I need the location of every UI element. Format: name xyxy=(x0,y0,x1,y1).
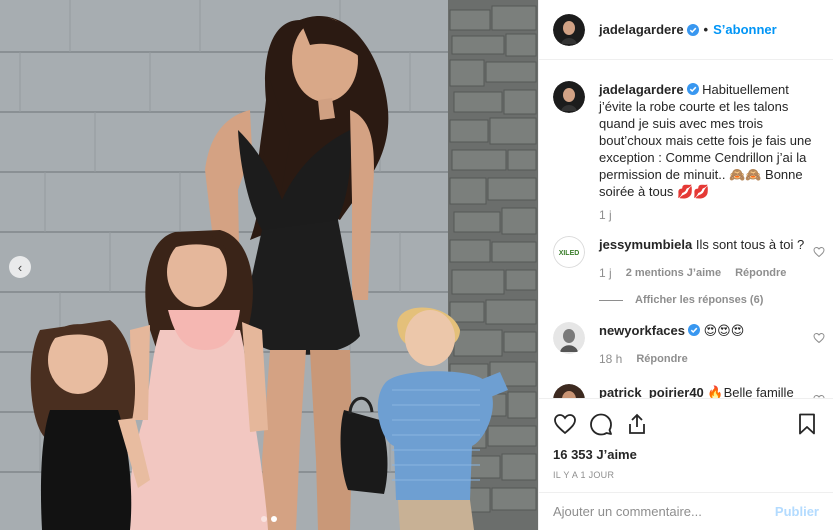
add-comment-bar: Publier xyxy=(539,492,833,530)
caption: jadelagardere Habituellement j’évite la … xyxy=(539,61,833,200)
header-separator: • xyxy=(703,22,709,37)
comment-time[interactable]: 1 j xyxy=(599,265,612,282)
reply-button[interactable]: Répondre xyxy=(735,265,786,282)
avatar-image xyxy=(553,81,585,113)
header-username[interactable]: jadelagardere xyxy=(599,22,684,37)
comment-username[interactable]: patrick_poirier40 xyxy=(599,385,704,398)
carousel-dot xyxy=(261,516,267,522)
comment-bubble-icon[interactable] xyxy=(589,412,613,436)
caption-username[interactable]: jadelagardere xyxy=(599,82,684,97)
heart-icon[interactable] xyxy=(553,412,577,436)
post-photo[interactable]: ‹ xyxy=(0,0,538,530)
post-header: jadelagardere • S’abonner xyxy=(539,0,833,60)
avatar[interactable] xyxy=(553,322,585,354)
comment-time[interactable]: 18 h xyxy=(599,351,622,368)
caption-text: Habituellement j’évite la robe courte et… xyxy=(599,82,812,199)
comment-text: Ils sont tous à toi ? xyxy=(695,237,805,252)
comment-body: newyorkfaces 😍😍😍 18 h Répondre xyxy=(599,322,819,368)
comment: patrick_poirier40 🔥Belle famille xyxy=(539,384,833,398)
avatar[interactable]: XILED xyxy=(553,236,585,268)
comment-username[interactable]: jessymumbiela xyxy=(599,237,692,252)
caption-time[interactable]: 1 j xyxy=(599,208,833,222)
bookmark-icon[interactable] xyxy=(795,412,819,436)
verified-badge-icon xyxy=(688,324,700,336)
reply-button[interactable]: Répondre xyxy=(636,351,687,368)
carousel-prev-button[interactable]: ‹ xyxy=(9,256,31,278)
verified-badge-icon xyxy=(686,83,699,95)
instagram-post: ‹ jadelagardere • S’abonner jadelagarder… xyxy=(0,0,833,530)
comment-username[interactable]: newyorkfaces xyxy=(599,323,685,338)
avatar-image xyxy=(553,322,585,354)
comments-list[interactable]: jadelagardere Habituellement j’évite la … xyxy=(539,61,833,398)
add-comment-input[interactable] xyxy=(553,504,775,519)
comment-body: patrick_poirier40 🔥Belle famille xyxy=(599,384,819,398)
comment: XILED jessymumbiela Ils sont tous à toi … xyxy=(539,236,833,282)
publish-button[interactable]: Publier xyxy=(775,504,819,519)
heart-icon[interactable] xyxy=(813,332,825,344)
caption-text-block: jadelagardere Habituellement j’évite la … xyxy=(599,81,819,200)
view-replies-button[interactable]: Afficher les réponses (6) xyxy=(599,294,833,306)
avatar-image xyxy=(553,384,585,398)
avatar-image xyxy=(553,13,585,46)
likes-count[interactable]: 16 353 J’aime xyxy=(553,447,819,462)
comment-meta: 18 h Répondre xyxy=(599,351,819,368)
follow-button[interactable]: S’abonner xyxy=(713,22,777,37)
action-icons xyxy=(553,409,819,439)
share-icon[interactable] xyxy=(625,412,649,436)
svg-text:XILED: XILED xyxy=(559,250,580,257)
post-actions: 16 353 J’aime Il y a 1 jour xyxy=(539,398,833,480)
carousel-dot-active xyxy=(271,516,277,522)
comment-text: 😍😍😍 xyxy=(703,323,745,338)
comment: newyorkfaces 😍😍😍 18 h Répondre xyxy=(539,322,833,368)
comment-body: jessymumbiela Ils sont tous à toi ? 1 j … xyxy=(599,236,819,282)
post-side-panel: jadelagardere • S’abonner jadelagardere xyxy=(538,0,833,530)
avatar[interactable] xyxy=(553,81,585,113)
comment-text: 🔥Belle famille xyxy=(707,385,794,398)
verified-badge-icon xyxy=(686,23,699,36)
replies-divider xyxy=(599,299,623,301)
heart-icon[interactable] xyxy=(813,246,825,258)
carousel-indicator xyxy=(0,516,538,522)
avatar[interactable] xyxy=(553,13,585,46)
comment-likes[interactable]: 2 mentions J’aime xyxy=(626,265,721,282)
avatar-image: XILED xyxy=(553,236,585,268)
family-photo xyxy=(0,0,538,530)
chevron-left-icon: ‹ xyxy=(17,259,23,275)
comment-meta: 1 j 2 mentions J’aime Répondre xyxy=(599,265,819,282)
view-replies-label: Afficher les réponses (6) xyxy=(635,294,764,306)
avatar[interactable] xyxy=(553,384,585,398)
post-date[interactable]: Il y a 1 jour xyxy=(553,470,819,480)
